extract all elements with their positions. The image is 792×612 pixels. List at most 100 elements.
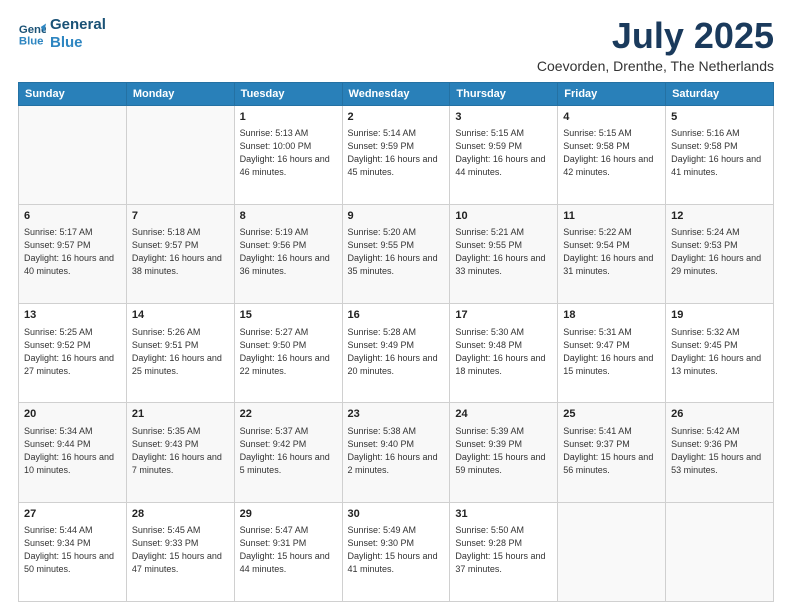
cell-content: Daylight: 16 hours and 13 minutes.: [671, 352, 768, 378]
cell-content: Sunset: 9:54 PM: [563, 239, 660, 252]
title-block: July 2025 Coevorden, Drenthe, The Nether…: [537, 16, 774, 74]
cell-content: Sunrise: 5:28 AM: [348, 326, 445, 339]
cell-content: Sunset: 9:30 PM: [348, 537, 445, 550]
cell-content: Sunrise: 5:16 AM: [671, 127, 768, 140]
cell-content: Sunset: 9:58 PM: [563, 140, 660, 153]
day-number: 17: [455, 308, 552, 323]
day-header-sunday: Sunday: [19, 82, 127, 105]
cell-content: Sunset: 9:57 PM: [24, 239, 121, 252]
day-number: 9: [348, 209, 445, 224]
day-number: 28: [132, 507, 229, 522]
calendar-cell: 26Sunrise: 5:42 AMSunset: 9:36 PMDayligh…: [666, 403, 774, 502]
svg-text:General: General: [19, 24, 46, 36]
calendar-cell: 2Sunrise: 5:14 AMSunset: 9:59 PMDaylight…: [342, 105, 450, 204]
cell-content: Sunrise: 5:25 AM: [24, 326, 121, 339]
cell-content: Daylight: 16 hours and 46 minutes.: [240, 153, 337, 179]
cell-content: Sunrise: 5:13 AM: [240, 127, 337, 140]
cell-content: Sunset: 9:57 PM: [132, 239, 229, 252]
cell-content: Sunset: 9:45 PM: [671, 339, 768, 352]
calendar-cell: 23Sunrise: 5:38 AMSunset: 9:40 PMDayligh…: [342, 403, 450, 502]
logo-icon: General Blue: [18, 20, 46, 48]
day-number: 21: [132, 407, 229, 422]
day-number: 8: [240, 209, 337, 224]
cell-content: Daylight: 16 hours and 42 minutes.: [563, 153, 660, 179]
cell-content: Daylight: 16 hours and 20 minutes.: [348, 352, 445, 378]
week-row-1: 1Sunrise: 5:13 AMSunset: 10:00 PMDayligh…: [19, 105, 774, 204]
day-number: 19: [671, 308, 768, 323]
week-row-5: 27Sunrise: 5:44 AMSunset: 9:34 PMDayligh…: [19, 502, 774, 601]
cell-content: Sunset: 9:52 PM: [24, 339, 121, 352]
cell-content: Sunset: 9:28 PM: [455, 537, 552, 550]
calendar-cell: 9Sunrise: 5:20 AMSunset: 9:55 PMDaylight…: [342, 204, 450, 303]
cell-content: Daylight: 15 hours and 56 minutes.: [563, 451, 660, 477]
cell-content: Sunrise: 5:39 AM: [455, 425, 552, 438]
calendar-cell: 29Sunrise: 5:47 AMSunset: 9:31 PMDayligh…: [234, 502, 342, 601]
calendar-cell: 31Sunrise: 5:50 AMSunset: 9:28 PMDayligh…: [450, 502, 558, 601]
cell-content: Daylight: 16 hours and 5 minutes.: [240, 451, 337, 477]
calendar-cell: 27Sunrise: 5:44 AMSunset: 9:34 PMDayligh…: [19, 502, 127, 601]
cell-content: Daylight: 16 hours and 15 minutes.: [563, 352, 660, 378]
cell-content: Sunset: 9:48 PM: [455, 339, 552, 352]
day-header-thursday: Thursday: [450, 82, 558, 105]
calendar-cell: 13Sunrise: 5:25 AMSunset: 9:52 PMDayligh…: [19, 304, 127, 403]
cell-content: Sunset: 9:59 PM: [348, 140, 445, 153]
cell-content: Daylight: 16 hours and 10 minutes.: [24, 451, 121, 477]
month-title: July 2025: [537, 16, 774, 56]
logo: General Blue General Blue: [18, 16, 106, 52]
calendar-cell: 22 Sunrise: 5:37 AMSunset: 9:42 PMDayligh…: [234, 403, 342, 502]
day-number: 22: [240, 407, 337, 422]
cell-content: Sunrise: 5:45 AM: [132, 524, 229, 537]
cell-content: Sunset: 9:43 PM: [132, 438, 229, 451]
day-number: 13: [24, 308, 121, 323]
day-number: 14: [132, 308, 229, 323]
cell-content: Sunrise: 5:42 AM: [671, 425, 768, 438]
cell-content: Sunrise: 5:37 AM: [240, 425, 337, 438]
cell-content: Sunset: 9:53 PM: [671, 239, 768, 252]
day-number: 10: [455, 209, 552, 224]
day-number: 25: [563, 407, 660, 422]
day-number: 26: [671, 407, 768, 422]
day-number: 6: [24, 209, 121, 224]
calendar-cell: 7Sunrise: 5:18 AMSunset: 9:57 PMDaylight…: [126, 204, 234, 303]
cell-content: Daylight: 16 hours and 35 minutes.: [348, 252, 445, 278]
cell-content: Daylight: 16 hours and 2 minutes.: [348, 451, 445, 477]
logo-general: General: [50, 16, 106, 34]
cell-content: Daylight: 16 hours and 33 minutes.: [455, 252, 552, 278]
day-number: 16: [348, 308, 445, 323]
calendar-table: SundayMondayTuesdayWednesdayThursdayFrid…: [18, 82, 774, 602]
calendar-cell: [19, 105, 127, 204]
cell-content: Sunrise: 5:27 AM: [240, 326, 337, 339]
cell-content: Sunset: 9:33 PM: [132, 537, 229, 550]
cell-content: Sunrise: 5:35 AM: [132, 425, 229, 438]
cell-content: Sunset: 9:42 PM: [240, 438, 337, 451]
cell-content: Daylight: 15 hours and 47 minutes.: [132, 550, 229, 576]
cell-content: Sunrise: 5:24 AM: [671, 226, 768, 239]
cell-content: Daylight: 16 hours and 41 minutes.: [671, 153, 768, 179]
cell-content: Sunrise: 5:19 AM: [240, 226, 337, 239]
calendar-cell: 25Sunrise: 5:41 AMSunset: 9:37 PMDayligh…: [558, 403, 666, 502]
cell-content: Sunrise: 5:21 AM: [455, 226, 552, 239]
cell-content: Sunrise: 5:22 AM: [563, 226, 660, 239]
calendar-cell: 10Sunrise: 5:21 AMSunset: 9:55 PMDayligh…: [450, 204, 558, 303]
cell-content: Sunrise: 5:31 AM: [563, 326, 660, 339]
day-number: 2: [348, 110, 445, 125]
week-row-3: 13 Sunrise: 5:25 AMSunset: 9:52 PM Dayligh…: [19, 304, 774, 403]
cell-content: Sunrise: 5:30 AM: [455, 326, 552, 339]
day-number: 29: [240, 507, 337, 522]
day-number: 11: [563, 209, 660, 224]
cell-content: Sunrise: 5:20 AM: [348, 226, 445, 239]
cell-content: Sunrise: 5:18 AM: [132, 226, 229, 239]
day-header-wednesday: Wednesday: [342, 82, 450, 105]
calendar-cell: [666, 502, 774, 601]
logo-blue: Blue: [50, 34, 106, 52]
day-header-monday: Monday: [126, 82, 234, 105]
cell-content: Daylight: 16 hours and 36 minutes.: [240, 252, 337, 278]
calendar-cell: 15Sunrise: 5:27 AMSunset: 9:50 PMDayligh…: [234, 304, 342, 403]
calendar-cell: 3Sunrise: 5:15 AMSunset: 9:59 PMDaylight…: [450, 105, 558, 204]
header-row: SundayMondayTuesdayWednesdayThursdayFrid…: [19, 82, 774, 105]
page: General Blue General Blue July 2025 Coev…: [0, 0, 792, 612]
cell-content: Sunset: 9:58 PM: [671, 140, 768, 153]
cell-content: Sunrise: 5:44 AM: [24, 524, 121, 537]
day-number: 18: [563, 308, 660, 323]
cell-content: Sunrise: 5:32 AM: [671, 326, 768, 339]
